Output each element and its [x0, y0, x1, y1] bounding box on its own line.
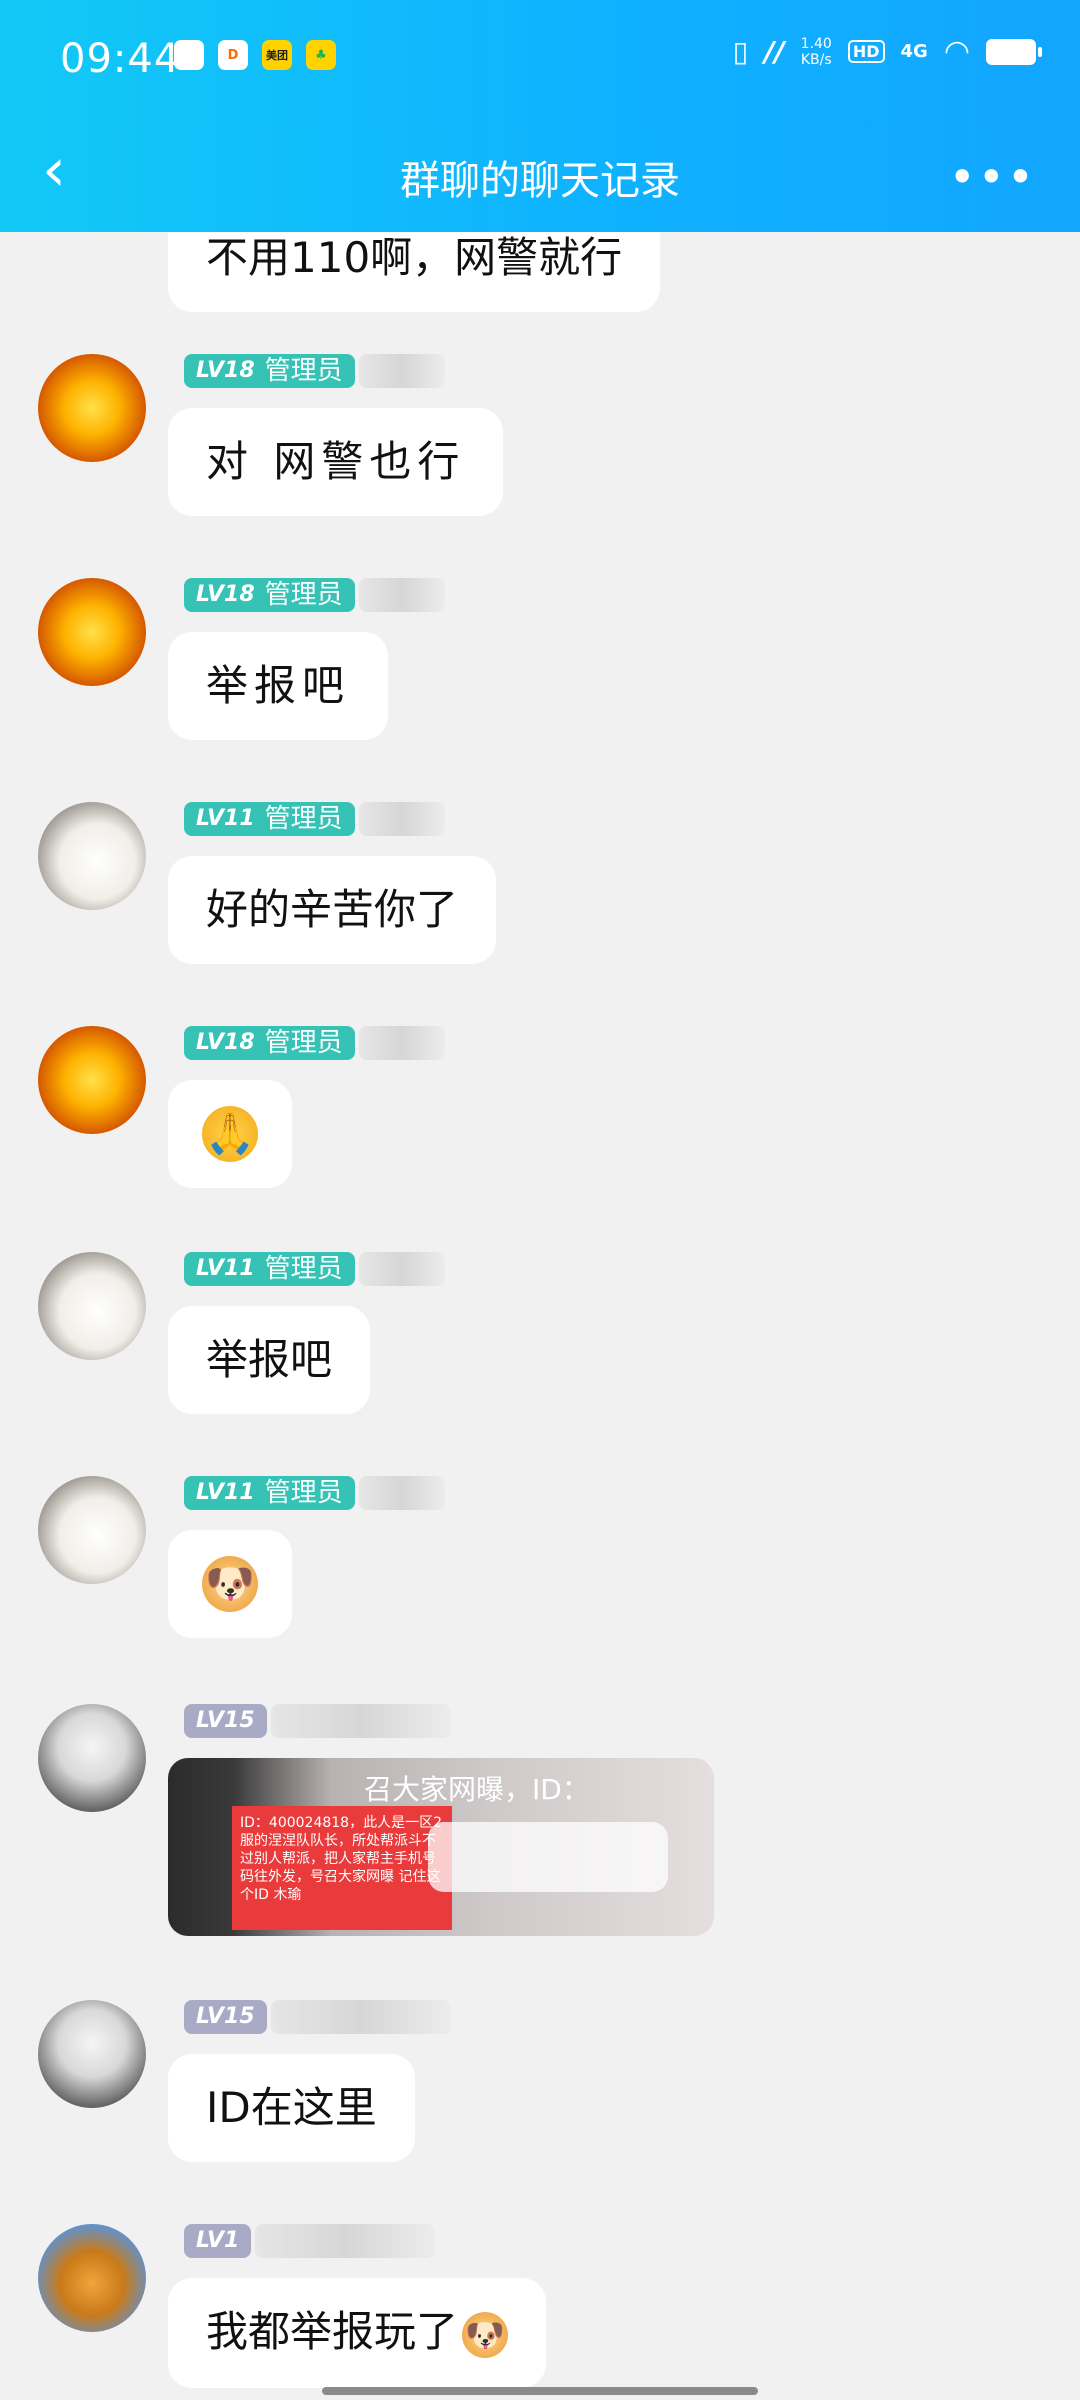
message-bubble[interactable]: 🙏: [168, 1080, 292, 1188]
avatar[interactable]: [38, 578, 146, 686]
dog-emoji-icon: 🐶: [202, 1556, 258, 1612]
message-bubble[interactable]: 举报吧: [168, 1306, 371, 1414]
sender-name-blurred: [270, 1704, 451, 1738]
level-badge: LV15: [184, 2000, 267, 2034]
level-badge: LV18 管理员: [184, 1026, 355, 1060]
image-text: ID：400024818，此人是一区2服的涅涅队队长，所处帮派斗不过别人帮派，把…: [232, 1806, 452, 1930]
status-app-icons: 微 D 美团 ♣: [174, 40, 336, 70]
sender-name-blurred: [358, 1476, 445, 1510]
home-indicator[interactable]: [322, 2387, 758, 2395]
level-badge: LV18 管理员: [184, 578, 355, 612]
level-badge: LV11 管理员: [184, 1476, 355, 1510]
status-right: ▯ // 1.40 KB/s HD 4G ◠: [732, 34, 1042, 69]
sender-name-blurred: [270, 2000, 451, 2034]
sender-meta: LV11 管理员: [184, 1476, 445, 1510]
avatar[interactable]: [38, 2224, 146, 2332]
message-bubble[interactable]: ID在这里: [168, 2054, 415, 2162]
vibrate-icon: ▯: [732, 35, 749, 68]
sender-meta: LV18 管理员: [184, 354, 445, 388]
avatar[interactable]: [38, 1704, 146, 1812]
sender-meta: LV18 管理员: [184, 578, 445, 612]
level-badge: LV11 管理员: [184, 1252, 355, 1286]
more-icon[interactable]: •••: [949, 150, 1036, 204]
network-speed: 1.40 KB/s: [800, 35, 832, 68]
sender-name-blurred: [358, 1252, 445, 1286]
message-bubble[interactable]: 举报吧: [168, 632, 389, 740]
sender-meta: LV1: [184, 2224, 436, 2258]
hd-icon: HD: [847, 40, 885, 63]
level-badge: LV18 管理员: [184, 354, 355, 388]
chat-history-list[interactable]: 不用110啊，网警就行 LV18 管理员 对 网警也行 LV18 管理员 举报吧: [0, 232, 1080, 2400]
avatar[interactable]: [38, 1026, 146, 1134]
app-notification-icon: ♣: [306, 40, 336, 70]
sender-name-blurred: [358, 802, 445, 836]
image-message[interactable]: 召大家网曝，ID： ID：400024818，此人是一区2服的涅涅队队长，所处帮…: [168, 1758, 714, 1936]
message-bubble[interactable]: 好的辛苦你了: [168, 856, 497, 964]
app-notification-icon: D: [218, 40, 248, 70]
message-bubble[interactable]: 我都举报玩了 🐶: [168, 2278, 547, 2388]
page-title: 群聊的聊天记录: [400, 158, 680, 204]
network-type: 4G: [900, 41, 928, 62]
image-blur-area: [428, 1822, 668, 1892]
sender-meta: LV15: [184, 1704, 451, 1738]
signal-brand-icon: //: [764, 35, 785, 68]
dog-emoji-icon: 🐶: [462, 2311, 509, 2358]
sender-meta: LV18 管理员: [184, 1026, 445, 1060]
status-time: 09:44: [60, 36, 181, 82]
meituan-icon: 美团: [262, 40, 292, 70]
sender-name-blurred: [358, 1026, 445, 1060]
sender-meta: LV11 管理员: [184, 1252, 445, 1286]
avatar[interactable]: [38, 354, 146, 462]
level-badge: LV11 管理员: [184, 802, 355, 836]
level-badge: LV15: [184, 1704, 267, 1738]
sender-meta: LV15: [184, 2000, 451, 2034]
avatar[interactable]: [38, 2000, 146, 2108]
sender-name-blurred: [255, 2224, 436, 2258]
top-navigation-bar: ‹ 群聊的聊天记录 •••: [0, 116, 1080, 232]
wifi-icon: ◠: [943, 34, 970, 69]
blessing-emoji-icon: 🙏: [202, 1106, 258, 1162]
sender-name-blurred: [358, 578, 445, 612]
avatar[interactable]: [38, 1476, 146, 1584]
message-bubble[interactable]: 🐶: [168, 1530, 292, 1638]
message-bubble[interactable]: 对 网警也行: [168, 408, 504, 516]
app-notification-icon: 微: [174, 40, 204, 70]
sender-meta: LV11 管理员: [184, 802, 445, 836]
sender-name-blurred: [358, 354, 445, 388]
image-caption: 召大家网曝，ID：: [364, 1773, 590, 1806]
avatar[interactable]: [38, 802, 146, 910]
status-bar: 09:44 微 D 美团 ♣ ▯ // 1.40 KB/s HD 4G ◠: [0, 0, 1080, 116]
avatar[interactable]: [38, 1252, 146, 1360]
level-badge: LV1: [184, 2224, 252, 2258]
battery-icon: [986, 38, 1042, 65]
message-bubble[interactable]: 不用110啊，网警就行: [168, 232, 661, 312]
